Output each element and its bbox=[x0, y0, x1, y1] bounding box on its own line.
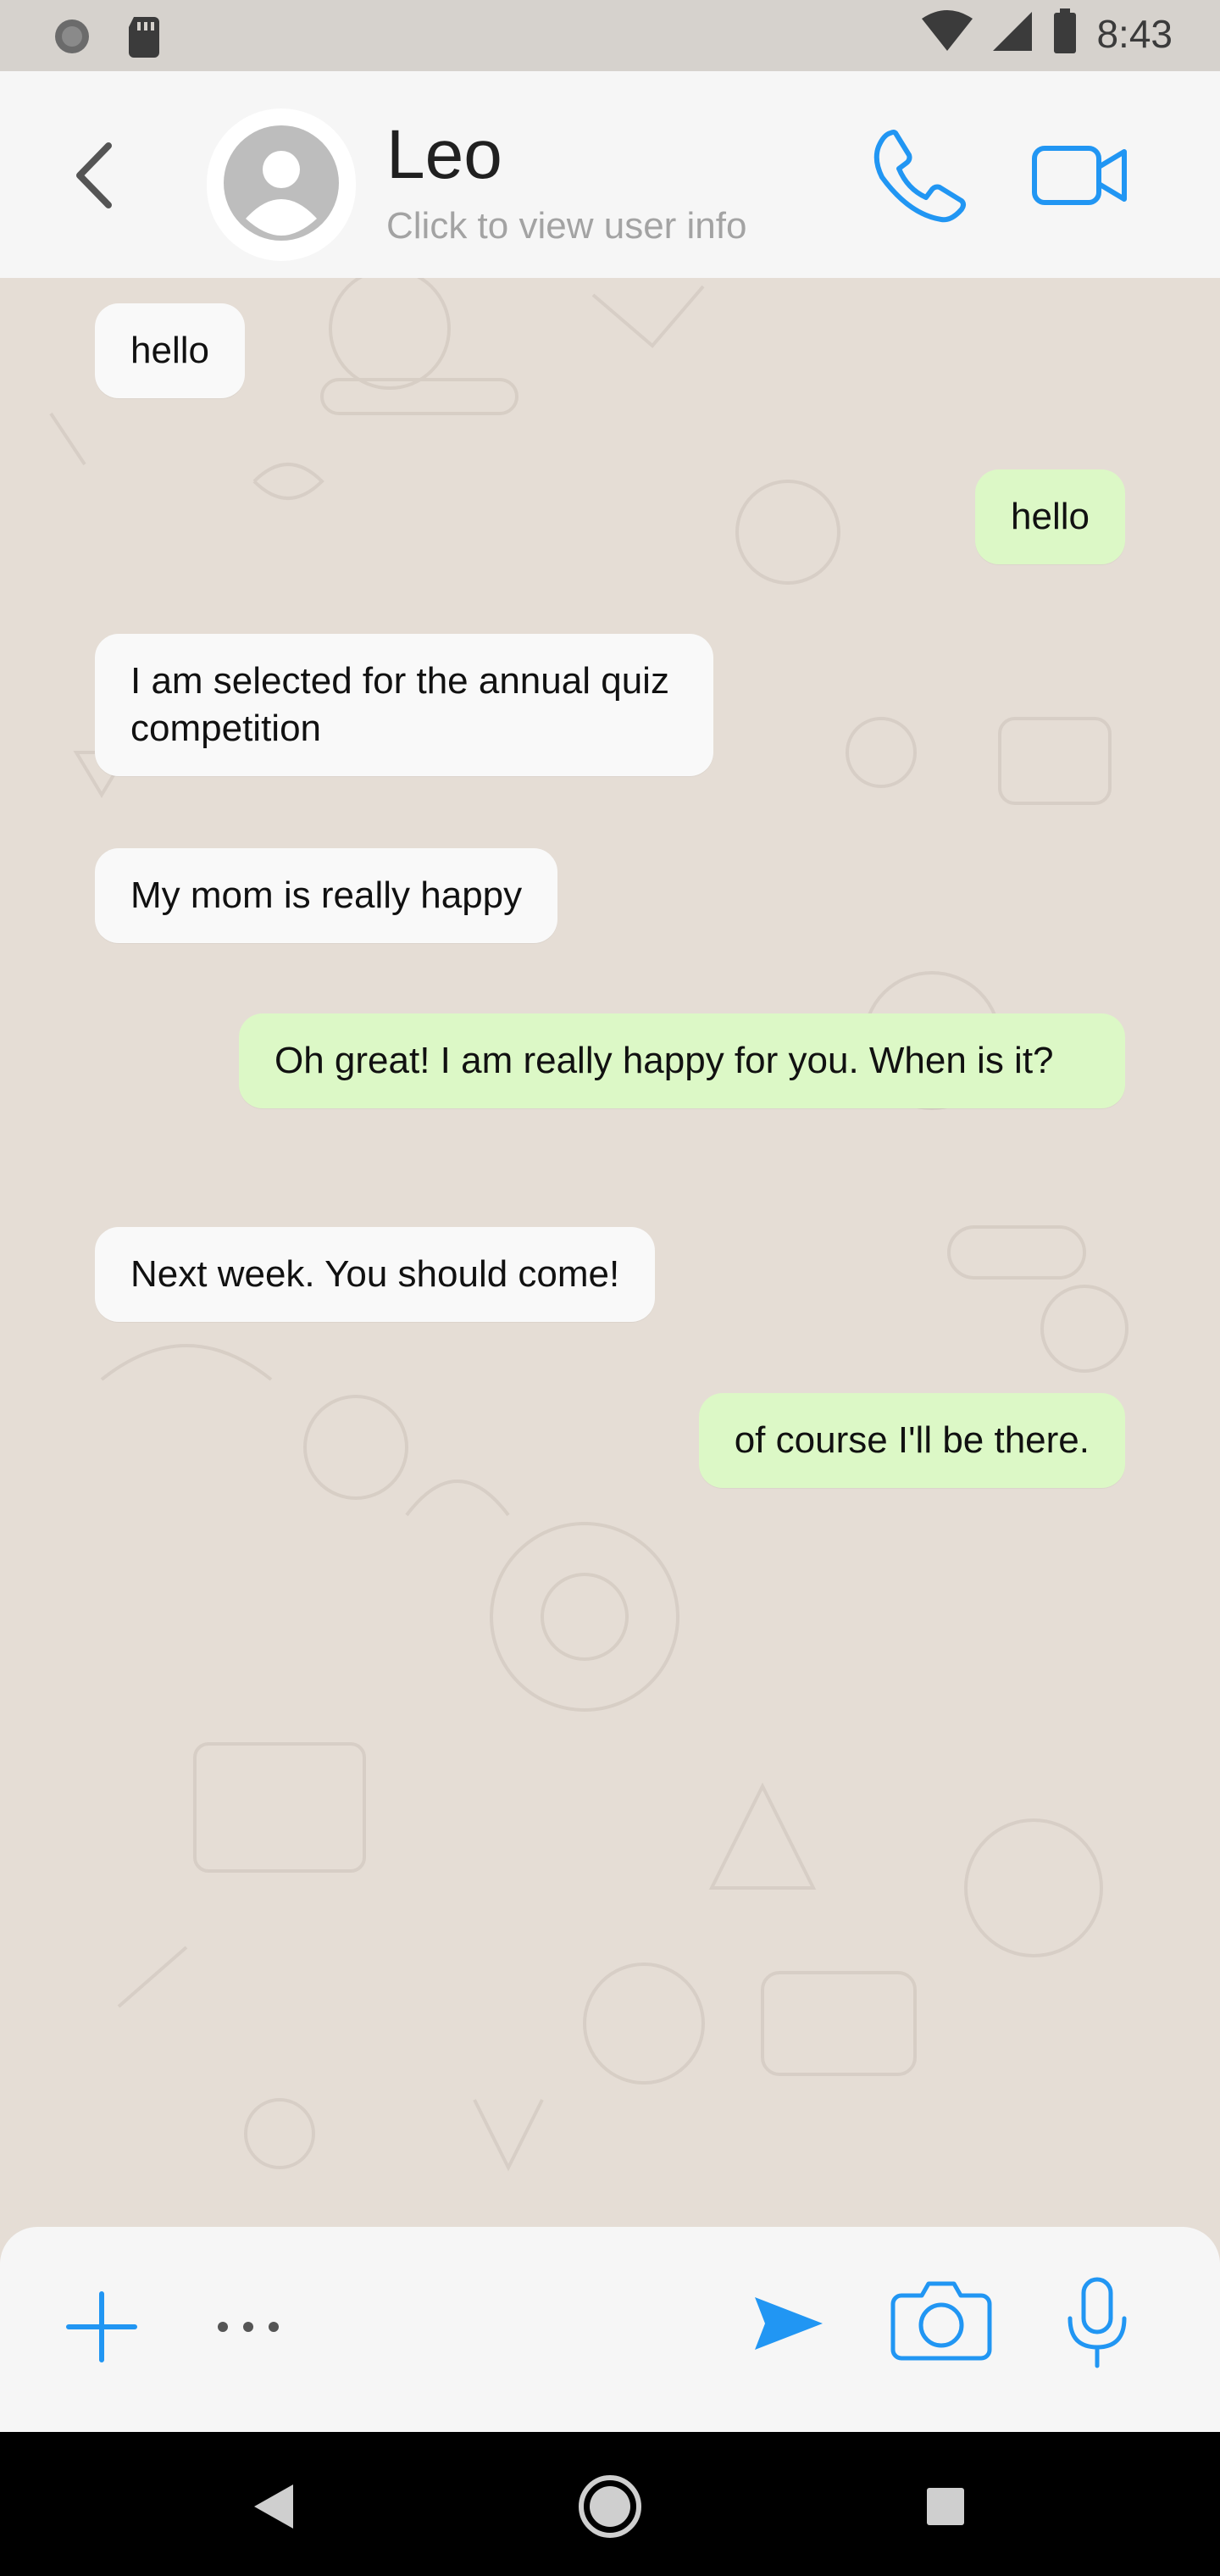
microphone-icon bbox=[1063, 2276, 1131, 2373]
video-camera-icon bbox=[1031, 143, 1129, 212]
nav-back-button[interactable] bbox=[230, 2466, 315, 2551]
attach-button[interactable] bbox=[59, 2286, 144, 2371]
back-button[interactable] bbox=[59, 130, 127, 224]
message-bubble-incoming[interactable]: I am selected for the annual quiz compet… bbox=[95, 634, 713, 776]
nav-recents-icon bbox=[925, 2486, 966, 2531]
message-text: of course I'll be there. bbox=[734, 1419, 1090, 1461]
contact-subtitle[interactable]: Click to view user info bbox=[386, 205, 746, 247]
plus-icon bbox=[65, 2290, 138, 2368]
clock-time: 8:43 bbox=[1096, 11, 1173, 56]
message-bubble-outgoing[interactable]: hello bbox=[975, 469, 1125, 564]
nav-home-icon bbox=[576, 2473, 644, 2545]
message-bubble-outgoing[interactable]: of course I'll be there. bbox=[698, 1393, 1125, 1488]
message-text: hello bbox=[1011, 496, 1090, 537]
more-options-button[interactable] bbox=[210, 2303, 286, 2354]
message-text: I am selected for the annual quiz compet… bbox=[130, 660, 669, 749]
send-icon bbox=[751, 2294, 824, 2357]
nav-back-icon bbox=[249, 2481, 297, 2536]
phone-icon bbox=[870, 126, 968, 229]
message-text: Next week. You should come! bbox=[130, 1253, 620, 1295]
back-icon bbox=[68, 137, 119, 218]
input-toolbar bbox=[0, 2227, 1220, 2432]
avatar-icon bbox=[222, 124, 341, 247]
voice-message-button[interactable] bbox=[1051, 2269, 1144, 2379]
wifi-icon bbox=[922, 10, 973, 57]
message-text: hello bbox=[130, 330, 209, 371]
camera-icon bbox=[890, 2279, 993, 2368]
voice-call-button[interactable] bbox=[864, 122, 974, 232]
nav-home-button[interactable] bbox=[568, 2466, 652, 2551]
message-text: My mom is really happy bbox=[130, 874, 523, 916]
battery-icon bbox=[1052, 8, 1078, 58]
chat-header: Leo Click to view user info bbox=[0, 71, 1220, 279]
nav-recents-button[interactable] bbox=[903, 2466, 988, 2551]
media-icon bbox=[51, 15, 93, 62]
more-icon bbox=[214, 2318, 282, 2340]
contact-name[interactable]: Leo bbox=[386, 115, 502, 195]
message-text: Oh great! I am really happy for you. Whe… bbox=[274, 1040, 1054, 1081]
video-call-button[interactable] bbox=[1025, 130, 1135, 224]
system-nav-bar bbox=[0, 2432, 1220, 2576]
message-list[interactable]: hello hello I am selected for the annual… bbox=[0, 278, 1220, 2227]
message-bubble-outgoing[interactable]: Oh great! I am really happy for you. Whe… bbox=[239, 1013, 1125, 1108]
avatar[interactable] bbox=[207, 108, 356, 261]
sd-card-icon bbox=[127, 15, 161, 62]
send-button[interactable] bbox=[746, 2283, 830, 2368]
message-bubble-incoming[interactable]: Next week. You should come! bbox=[95, 1227, 656, 1322]
message-bubble-incoming[interactable]: My mom is really happy bbox=[95, 848, 558, 943]
camera-button[interactable] bbox=[886, 2274, 996, 2371]
signal-icon bbox=[991, 10, 1034, 57]
message-bubble-incoming[interactable]: hello bbox=[95, 303, 245, 398]
status-bar: 8:43 bbox=[0, 0, 1220, 71]
